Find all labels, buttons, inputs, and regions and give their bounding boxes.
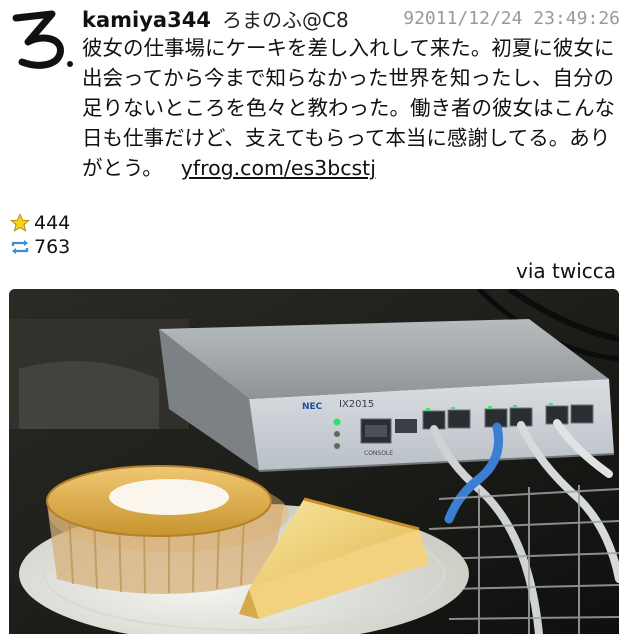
tweet-photo[interactable]: NEC IX2015 CONSOLE	[9, 289, 619, 634]
username[interactable]: kamiya344	[82, 8, 211, 32]
timestamp: 92011/12/24 23:49:26	[389, 8, 620, 29]
retweet-icon	[11, 240, 29, 254]
router-label: IX2015	[339, 399, 374, 410]
display-name: ろまのふ@C8	[222, 8, 349, 32]
client-via[interactable]: via twicca	[516, 259, 616, 283]
star-icon	[10, 213, 30, 232]
photo-link[interactable]: yfrog.com/es3bcstj	[181, 156, 376, 180]
retweets-count: 763	[34, 236, 71, 258]
retweets-stat: 763	[10, 235, 70, 259]
tweet-body: 彼女の仕事場にケーキを差し入れして来た。初夏に彼女に出会ってから今まで知らなかっ…	[82, 33, 619, 183]
avatar[interactable]	[8, 4, 78, 74]
favorites-stat: 444	[10, 211, 70, 235]
tweet-header: kamiya344 ろまのふ@C8 92011/12/24 23:49:26	[82, 4, 620, 32]
favorites-count: 444	[34, 212, 71, 234]
tweet-stats: 444 763	[10, 211, 70, 259]
console-label: CONSOLE	[364, 450, 393, 457]
router-brand: NEC	[302, 402, 323, 412]
